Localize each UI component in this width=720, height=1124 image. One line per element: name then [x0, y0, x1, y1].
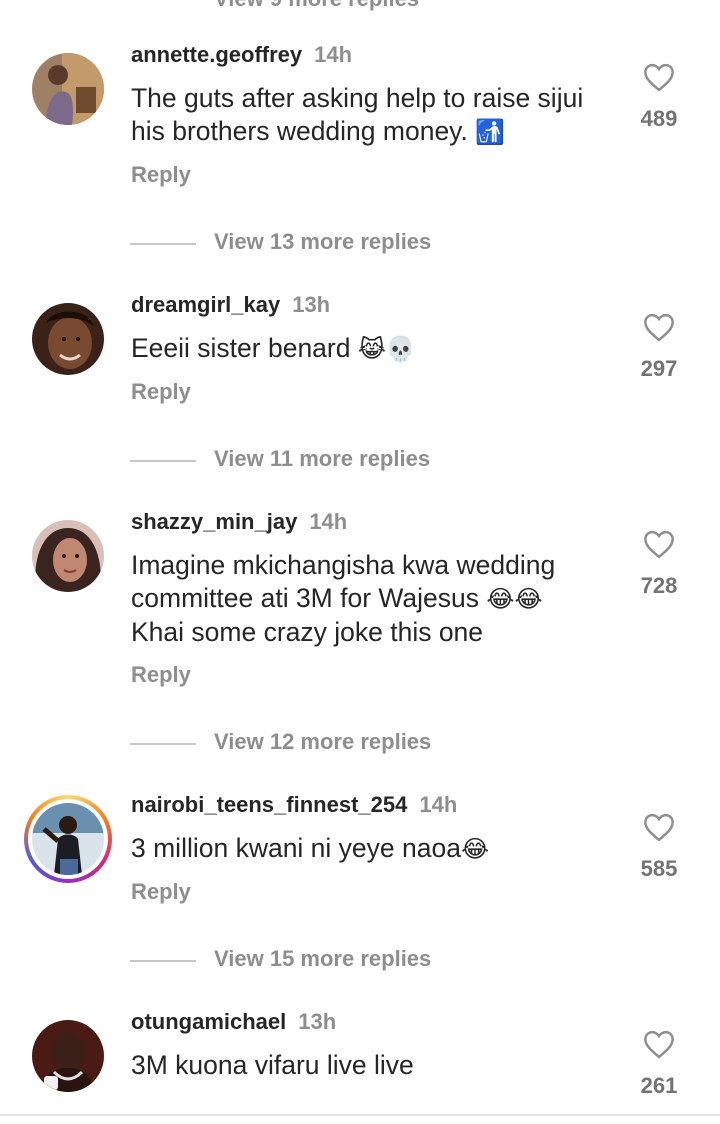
divider-line: [130, 743, 196, 745]
reply-button[interactable]: Reply: [131, 662, 191, 688]
avatar-ring-gap: [28, 799, 108, 879]
bottom-divider: [0, 1114, 720, 1116]
like-count: 585: [640, 856, 678, 881]
avatar: [32, 803, 104, 875]
cat-tears-skull-emoji: 😹💀: [357, 335, 416, 363]
reply-button[interactable]: Reply: [131, 379, 191, 405]
comment-header: nairobi_teens_finnest_254 14h: [131, 792, 457, 818]
divider-line: [130, 243, 196, 245]
comment-text: Imagine mkichangisha kwa wedding committ…: [131, 550, 556, 647]
like-button[interactable]: 585: [636, 812, 682, 882]
view-more-replies-partial[interactable]: View 9 more replies: [214, 0, 419, 12]
username[interactable]: shazzy_min_jay: [131, 509, 297, 534]
laughing-emoji: 😂😂: [486, 585, 543, 613]
comment-text: Eeeii sister benard 😹💀: [131, 333, 416, 363]
view-more-replies-label[interactable]: View 12 more replies: [214, 729, 431, 755]
like-button[interactable]: 261: [636, 1029, 682, 1099]
reply-button[interactable]: Reply: [131, 162, 191, 188]
avatar-story-ring[interactable]: [24, 795, 112, 883]
like-count: 297: [640, 356, 678, 381]
comment-text: 3 million kwani ni yeye naoa😂: [131, 833, 490, 863]
like-button[interactable]: 728: [636, 529, 682, 599]
avatar[interactable]: [32, 53, 104, 125]
avatar[interactable]: [32, 1020, 104, 1092]
comment-text: 3M kuona vifaru live live: [131, 1050, 414, 1080]
username[interactable]: nairobi_teens_finnest_254: [131, 792, 407, 817]
heart-icon[interactable]: [642, 312, 676, 342]
timestamp: 13h: [298, 1009, 337, 1034]
timestamp: 14h: [309, 509, 348, 534]
litter-icon: 🚮: [475, 118, 506, 146]
view-more-replies-label[interactable]: View 13 more replies: [214, 229, 431, 255]
username[interactable]: dreamgirl_kay: [131, 292, 280, 317]
heart-icon[interactable]: [642, 529, 676, 559]
comment-header: annette.geoffrey 14h: [131, 42, 352, 68]
view-more-replies-label[interactable]: View 11 more replies: [214, 446, 430, 472]
avatar[interactable]: [32, 303, 104, 375]
comment-header: dreamgirl_kay 13h: [131, 292, 330, 318]
laughing-emoji: 😂: [460, 835, 490, 863]
like-count: 728: [640, 573, 678, 598]
heart-icon[interactable]: [642, 1029, 676, 1059]
comment-text: The guts after asking help to raise siju…: [131, 83, 584, 146]
avatar[interactable]: [32, 520, 104, 592]
like-button[interactable]: 297: [636, 312, 682, 382]
divider-line: [130, 460, 196, 462]
comment-header: shazzy_min_jay 14h: [131, 509, 347, 535]
heart-icon[interactable]: [642, 812, 676, 842]
username[interactable]: otungamichael: [131, 1009, 286, 1034]
reply-button[interactable]: Reply: [131, 879, 191, 905]
divider-line: [130, 960, 196, 962]
timestamp: 13h: [292, 292, 331, 317]
like-count: 489: [640, 106, 678, 131]
username[interactable]: annette.geoffrey: [131, 42, 302, 67]
like-count: 261: [640, 1073, 678, 1098]
view-more-replies-label[interactable]: View 15 more replies: [214, 946, 431, 972]
timestamp: 14h: [314, 42, 353, 67]
heart-icon[interactable]: [642, 62, 676, 92]
comment-header: otungamichael 13h: [131, 1009, 336, 1035]
like-button[interactable]: 489: [636, 62, 682, 132]
timestamp: 14h: [419, 792, 458, 817]
